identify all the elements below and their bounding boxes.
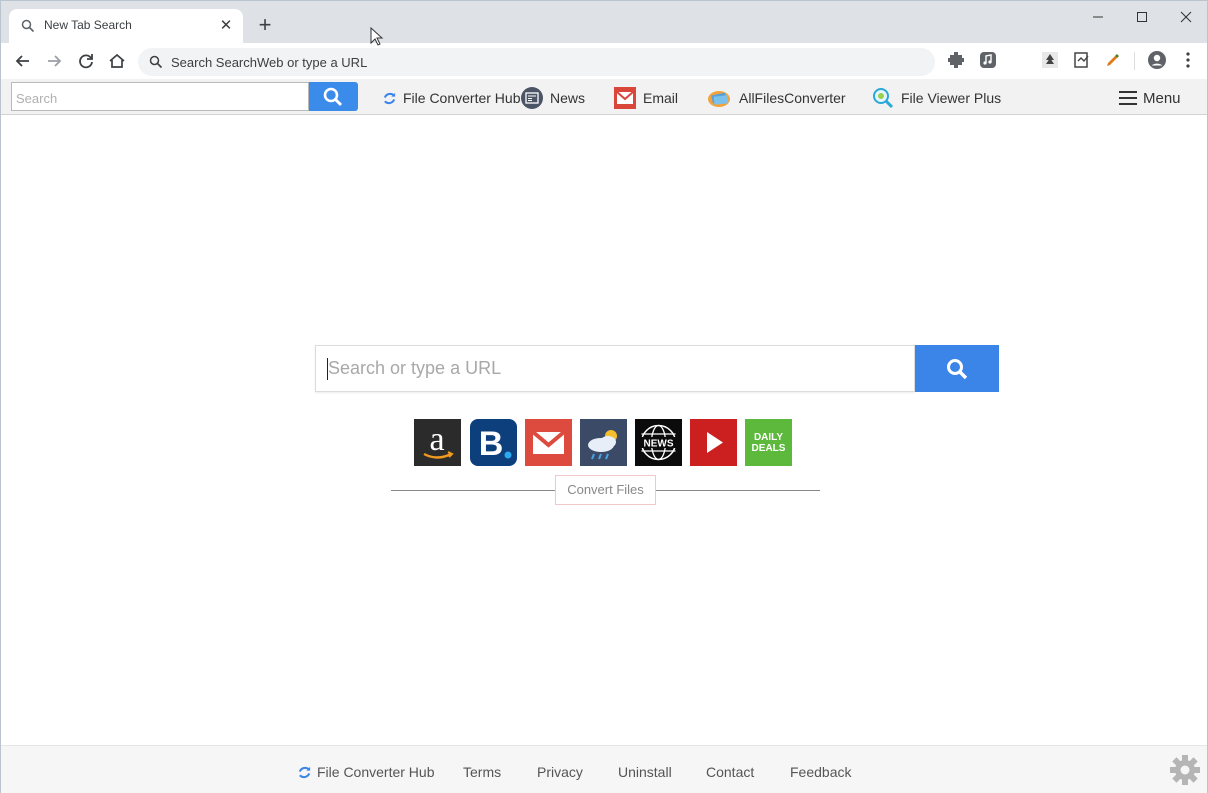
hamburger-icon — [1119, 91, 1137, 105]
email-icon — [614, 87, 636, 109]
news-glyph: NEWS — [644, 439, 674, 450]
files-icon — [708, 91, 730, 107]
tile-news[interactable]: NEWS — [635, 419, 682, 466]
svg-text:DAILY: DAILY — [754, 432, 783, 443]
refresh-icon — [383, 92, 396, 104]
refresh-icon — [298, 766, 311, 778]
link-label: File Viewer Plus — [901, 90, 1002, 106]
booking-icon: B — [470, 419, 517, 466]
tab-new-tab-search[interactable]: New Tab Search ✕ — [9, 9, 243, 43]
weather-icon — [588, 430, 617, 460]
main-search-box: Search or type a URL — [315, 345, 999, 392]
link-label: Email — [643, 90, 679, 106]
globe-news-icon: NEWS — [638, 424, 679, 461]
tab-title: New Tab Search — [44, 18, 132, 32]
link-news[interactable]: News — [521, 87, 585, 109]
document-extension-icon[interactable] — [1073, 51, 1091, 69]
daily-deals-icon: DAILY DEALS — [752, 432, 786, 454]
tile-amazon[interactable]: a — [414, 419, 461, 466]
booking-glyph: B — [479, 425, 504, 463]
menu-button[interactable]: Menu — [1119, 87, 1181, 109]
maximize-icon — [1136, 12, 1147, 22]
kebab-menu-icon[interactable] — [1179, 51, 1197, 69]
puzzle-extension-icon[interactable] — [947, 51, 965, 69]
home-icon[interactable] — [106, 50, 128, 72]
footer-contact-link[interactable]: Contact — [706, 764, 754, 780]
mouse-cursor-icon — [370, 27, 384, 46]
link-label: File Converter Hub — [403, 90, 521, 106]
maximize-button[interactable] — [1119, 3, 1164, 31]
browser-window: New Tab Search ✕ + Search SearchWeb or t… — [0, 0, 1208, 793]
amazon-glyph: a — [429, 421, 444, 458]
main-search-button[interactable] — [915, 345, 999, 392]
search-icon — [323, 87, 343, 107]
tile-gmail[interactable] — [525, 419, 572, 466]
extension-toolbar: Search File Converter Hub News Email All… — [1, 79, 1207, 115]
news-icon — [521, 87, 543, 109]
link-file-viewer-plus[interactable]: File Viewer Plus — [872, 87, 1001, 109]
svg-text:DEALS: DEALS — [752, 443, 786, 454]
new-tab-button[interactable]: + — [255, 14, 275, 36]
reload-icon[interactable] — [75, 50, 97, 72]
close-window-button[interactable] — [1163, 3, 1208, 31]
minimize-icon — [1092, 16, 1103, 18]
tile-youtube[interactable] — [690, 419, 737, 466]
footer-privacy-link[interactable]: Privacy — [537, 764, 583, 780]
tile-daily-deals[interactable]: DAILY DEALS — [745, 419, 792, 466]
toolbar-separator — [1134, 52, 1135, 70]
address-text: Search SearchWeb or type a URL — [171, 55, 368, 70]
footer-brand-link[interactable]: File Converter Hub — [297, 764, 435, 780]
footer-uninstall-link[interactable]: Uninstall — [618, 764, 672, 780]
gmail-icon — [531, 430, 566, 454]
tree-extension-icon[interactable] — [1041, 51, 1059, 69]
browser-toolbar: Search SearchWeb or type a URL — [1, 43, 1207, 79]
forward-icon[interactable] — [43, 50, 65, 72]
music-extension-icon[interactable] — [979, 51, 997, 69]
convert-files-button[interactable]: Convert Files — [555, 475, 656, 505]
divider-right — [656, 490, 820, 491]
footer: File Converter Hub Terms Privacy Uninsta… — [1, 745, 1207, 793]
back-icon[interactable] — [12, 50, 34, 72]
address-bar[interactable]: Search SearchWeb or type a URL — [138, 48, 935, 76]
magnifier-icon — [873, 88, 894, 109]
search-icon — [947, 359, 968, 380]
play-icon — [707, 432, 723, 453]
profile-avatar-icon[interactable] — [1147, 50, 1167, 70]
search-icon — [21, 19, 35, 33]
minimize-button[interactable] — [1075, 3, 1120, 31]
close-tab-icon[interactable]: ✕ — [217, 17, 235, 35]
tile-booking[interactable]: B — [470, 419, 517, 466]
link-label: AllFilesConverter — [739, 90, 846, 106]
toolbar-search-input[interactable]: Search — [11, 82, 309, 111]
menu-label: Menu — [1143, 89, 1181, 107]
search-icon — [149, 55, 163, 69]
footer-terms-link[interactable]: Terms — [463, 764, 501, 780]
link-label: News — [550, 90, 586, 106]
pen-extension-icon[interactable] — [1104, 51, 1122, 69]
gear-icon[interactable] — [1169, 754, 1201, 786]
link-email[interactable]: Email — [614, 87, 678, 109]
amazon-icon: a — [423, 421, 454, 459]
tile-weather[interactable] — [580, 419, 627, 466]
main-search-placeholder: Search or type a URL — [328, 358, 502, 378]
link-allfilesconverter[interactable]: AllFilesConverter — [707, 87, 846, 109]
main-search-input[interactable]: Search or type a URL — [315, 345, 915, 392]
close-icon — [1180, 11, 1191, 23]
toolbar-search-button[interactable] — [309, 82, 358, 111]
footer-feedback-link[interactable]: Feedback — [790, 764, 851, 780]
footer-brand-label: File Converter Hub — [317, 764, 435, 780]
tab-strip: New Tab Search ✕ + — [1, 1, 1207, 43]
link-file-converter-hub[interactable]: File Converter Hub — [382, 87, 521, 109]
divider-left — [391, 490, 555, 491]
